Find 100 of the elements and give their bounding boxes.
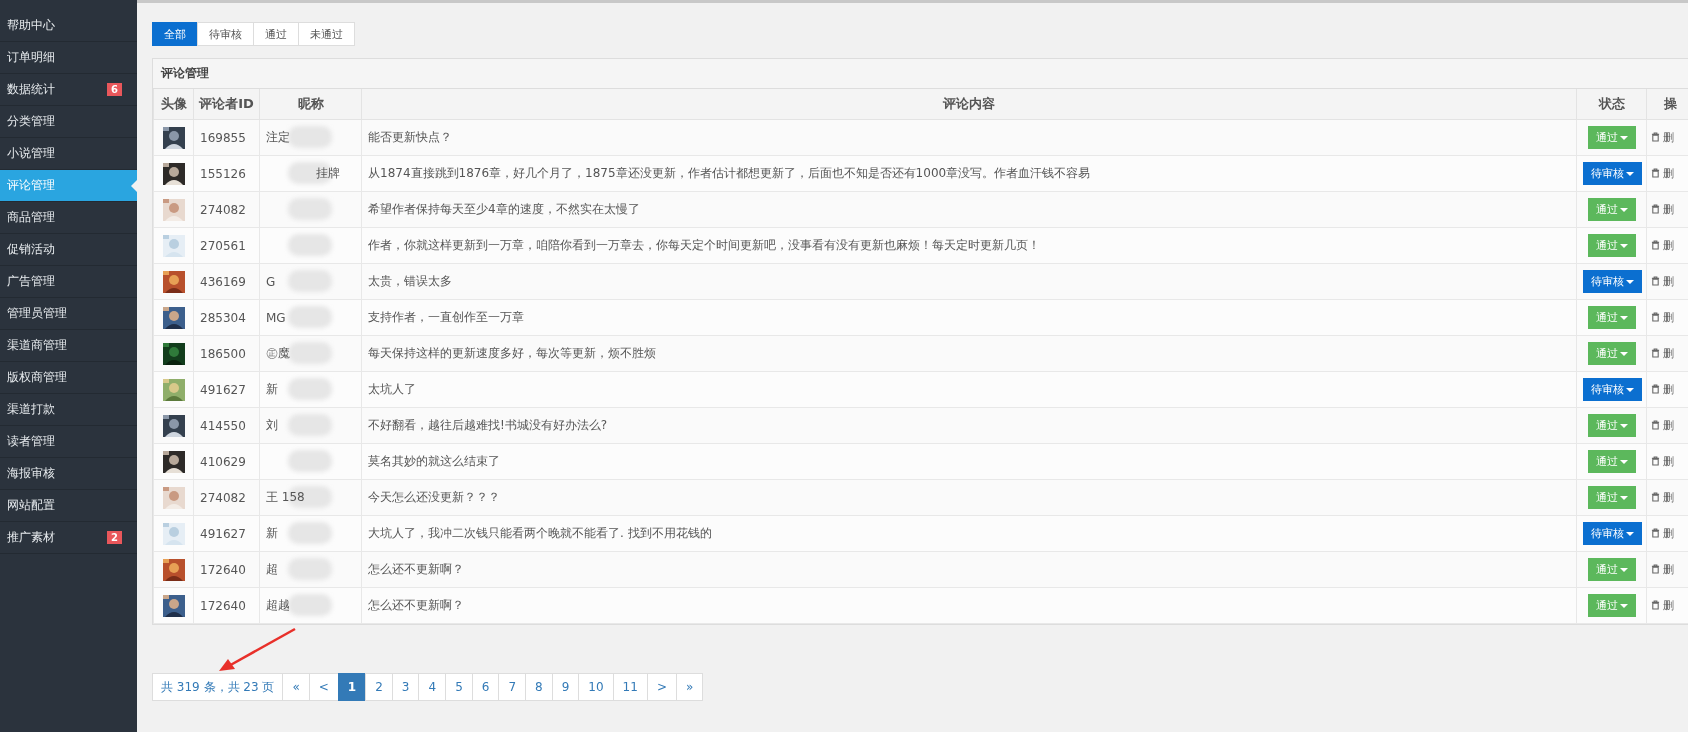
table-cell: 414550 bbox=[200, 418, 246, 433]
filter-tab[interactable]: 通过 bbox=[253, 22, 299, 46]
trash-icon bbox=[1651, 384, 1660, 395]
page-link[interactable]: 5 bbox=[445, 673, 473, 701]
trash-icon bbox=[1651, 204, 1660, 215]
caret-icon bbox=[1619, 567, 1628, 572]
trash-icon bbox=[1651, 420, 1660, 431]
trash-icon bbox=[1651, 528, 1660, 539]
trash-icon bbox=[1651, 600, 1660, 611]
table-cell: 挂牌 bbox=[316, 165, 340, 182]
caret-icon bbox=[1619, 459, 1628, 464]
trash-icon bbox=[1651, 132, 1660, 143]
page-link[interactable]: > bbox=[646, 673, 677, 701]
page-link[interactable]: 7 bbox=[498, 673, 527, 701]
page-link[interactable]: » bbox=[675, 673, 704, 701]
table-cell: 新 bbox=[266, 525, 278, 542]
table-cell: 270561 bbox=[200, 238, 246, 253]
table-cell: 每天保持这样的更新速度多好，每次等更新，烦不胜烦 bbox=[368, 346, 656, 360]
table-cell: 王 158 bbox=[266, 489, 305, 506]
caret-icon bbox=[1619, 135, 1628, 140]
table-cell: 支持作者，一直创作至一万章 bbox=[368, 310, 524, 324]
caret-icon bbox=[1626, 531, 1634, 536]
table-cell: 491627 bbox=[200, 526, 246, 541]
trash-icon bbox=[1651, 348, 1660, 359]
table-cell: 274082 bbox=[200, 490, 246, 505]
table-cell: 太坑人了 bbox=[368, 382, 416, 396]
page-link[interactable]: 8 bbox=[525, 673, 553, 701]
caret-icon bbox=[1626, 171, 1634, 176]
table-cell: 285304 bbox=[200, 310, 246, 325]
page-link[interactable]: 10 bbox=[578, 673, 614, 701]
filter-tab[interactable]: 全部 bbox=[152, 22, 198, 46]
table-cell: 436169 bbox=[200, 274, 246, 289]
table-cell: 274082 bbox=[200, 202, 246, 217]
table-cell: 大坑人了，我冲二次钱只能看两个晚就不能看了. 找到不用花钱的 bbox=[368, 526, 712, 540]
page-link[interactable]: 11 bbox=[612, 673, 648, 701]
table-cell: 410629 bbox=[200, 454, 246, 469]
page-link[interactable]: 3 bbox=[391, 673, 420, 701]
table-cell: 作者，你就这样更新到一万章，咱陪你看到一万章去，你每天定个时间更新吧，没事看有没有更新也麻烦！每天定时更新几页！ bbox=[368, 238, 1040, 252]
column-header: 评论者ID bbox=[193, 89, 260, 120]
page-link[interactable]: « bbox=[282, 673, 310, 701]
table-cell: 172640 bbox=[200, 598, 246, 613]
table-cell: 今天怎么还没更新？？？ bbox=[368, 490, 500, 504]
table-cell: 不好翻看，越往后越难找!书城没有好办法么? bbox=[368, 418, 608, 432]
column-header: 状态 bbox=[1576, 89, 1647, 120]
table-cell: 希望作者保持每天至少4章的速度，不然实在太慢了 bbox=[368, 202, 640, 216]
filter-tab[interactable]: 待审核 bbox=[197, 22, 254, 46]
trash-icon bbox=[1651, 456, 1660, 467]
table-cell: 怎么还不更新啊？ bbox=[368, 598, 464, 612]
table-cell: 491627 bbox=[200, 382, 246, 397]
table-cell: 169855 bbox=[200, 130, 246, 145]
table-cell: 172640 bbox=[200, 562, 246, 577]
trash-icon bbox=[1651, 276, 1660, 287]
page-link[interactable]: 6 bbox=[471, 673, 500, 701]
sidebar-item[interactable]: 推广素材 2 bbox=[0, 522, 137, 554]
table-cell: 186500 bbox=[200, 346, 246, 361]
trash-icon bbox=[1651, 312, 1660, 323]
trash-icon bbox=[1651, 564, 1660, 575]
count-badge: 2 bbox=[107, 531, 122, 544]
page-link[interactable]: 9 bbox=[551, 673, 580, 701]
table-cell: 莫名其妙的就这么结束了 bbox=[368, 454, 500, 468]
caret-icon bbox=[1619, 243, 1628, 248]
column-header: 操 bbox=[1646, 89, 1688, 120]
table-cell: G bbox=[266, 274, 276, 289]
caret-icon bbox=[1619, 495, 1628, 500]
caret-icon bbox=[1619, 315, 1628, 320]
table-cell: 注定 bbox=[266, 129, 290, 146]
filter-tab[interactable]: 未通过 bbox=[298, 22, 355, 46]
panel-title: 评论管理 bbox=[153, 59, 1688, 89]
caret-icon bbox=[1619, 603, 1628, 608]
trash-icon bbox=[1651, 492, 1660, 503]
caret-icon bbox=[1619, 351, 1628, 356]
table-cell: 太贵，错误太多 bbox=[368, 274, 452, 288]
column-header: 昵称 bbox=[259, 89, 362, 120]
caret-icon bbox=[1619, 423, 1628, 428]
table-cell: 怎么还不更新啊？ bbox=[368, 562, 464, 576]
caret-icon bbox=[1626, 279, 1634, 284]
page-link[interactable]: < bbox=[308, 673, 339, 701]
status-dropdown[interactable]: 待审核 bbox=[1583, 522, 1642, 545]
column-header: 头像 bbox=[153, 89, 194, 120]
page-link[interactable]: 4 bbox=[418, 673, 447, 701]
trash-icon bbox=[1651, 240, 1660, 251]
table-cell: 超 bbox=[266, 561, 278, 578]
caret-icon bbox=[1626, 387, 1634, 392]
status-dropdown[interactable]: 待审核 bbox=[1583, 162, 1642, 185]
table-cell: ㊣魔 bbox=[266, 345, 290, 362]
trash-icon bbox=[1651, 168, 1660, 179]
table-cell: 能否更新快点？ bbox=[368, 130, 452, 144]
count-badge: 6 bbox=[107, 83, 122, 96]
page-link[interactable]: 2 bbox=[365, 673, 393, 701]
table-cell: 新 bbox=[266, 381, 278, 398]
status-dropdown[interactable]: 待审核 bbox=[1583, 270, 1642, 293]
caret-icon bbox=[1619, 207, 1628, 212]
pagination-summary: 共 319 条，共 23 页 bbox=[152, 673, 284, 701]
table-cell: 155126 bbox=[200, 166, 246, 181]
status-dropdown[interactable]: 待审核 bbox=[1583, 378, 1642, 401]
column-header: 评论内容 bbox=[361, 89, 1577, 120]
table-cell: MG bbox=[266, 310, 286, 325]
table-cell: 超越 bbox=[266, 597, 290, 614]
table-cell: 刘 bbox=[266, 417, 278, 434]
table-cell: 从1874直接跳到1876章，好几个月了，1875章还没更新，作者估计都想更新了，后面也不知是否还有1000章没写。作者血汗钱不容易 bbox=[368, 166, 1091, 180]
